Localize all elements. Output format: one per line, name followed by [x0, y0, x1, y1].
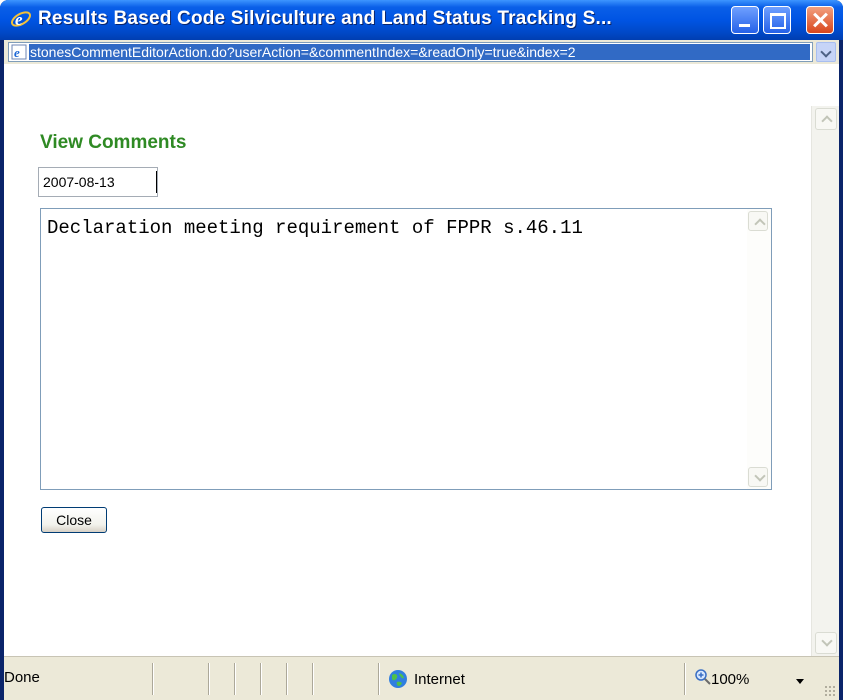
title-bar[interactable]: e Results Based Code Silviculture and La…	[0, 0, 843, 40]
svg-text:e: e	[14, 45, 20, 60]
text-caret	[156, 171, 157, 193]
status-text: Done	[4, 669, 40, 686]
window-title: Results Based Code Silviculture and Land…	[38, 8, 612, 29]
status-bar: Done Internet 100%	[4, 656, 839, 700]
page-scrollbar[interactable]	[811, 106, 839, 656]
maximize-icon[interactable]	[763, 6, 791, 34]
status-divider	[260, 663, 261, 695]
status-divider	[684, 663, 685, 695]
svg-text:e: e	[15, 10, 23, 29]
browser-window: e Results Based Code Silviculture and La…	[0, 0, 843, 700]
zoom-chevron-icon[interactable]	[796, 679, 804, 684]
scroll-up-icon[interactable]	[748, 211, 768, 231]
scroll-down-icon[interactable]	[815, 632, 837, 654]
page-top	[4, 64, 839, 106]
address-field[interactable]: e stonesCommentEditorAction.do?userActio…	[8, 42, 813, 62]
status-divider	[286, 663, 287, 695]
zoom-icon[interactable]	[695, 669, 711, 685]
status-divider	[152, 663, 153, 695]
address-url: stonesCommentEditorAction.do?userAction=…	[29, 44, 810, 60]
comment-textarea[interactable]: Declaration meeting requirement of FPPR …	[40, 208, 772, 490]
page-icon: e	[11, 44, 27, 60]
chevron-down-icon[interactable]	[816, 42, 836, 62]
globe-icon	[389, 670, 407, 688]
minimize-icon[interactable]	[731, 6, 759, 34]
comment-scrollbar[interactable]	[747, 209, 771, 489]
security-zone: Internet	[414, 671, 465, 688]
date-value: 2007-08-13	[43, 174, 115, 190]
resize-grip-icon[interactable]	[824, 685, 836, 697]
comment-text: Declaration meeting requirement of FPPR …	[47, 217, 583, 239]
status-divider	[208, 663, 209, 695]
close-icon[interactable]	[806, 6, 834, 34]
ie-logo-icon: e	[10, 10, 32, 29]
zoom-level[interactable]: 100%	[711, 671, 749, 688]
scroll-up-icon[interactable]	[815, 108, 837, 130]
scroll-down-icon[interactable]	[748, 467, 768, 487]
status-divider	[312, 663, 313, 695]
date-field[interactable]: 2007-08-13	[38, 167, 158, 197]
page-title: View Comments	[40, 132, 187, 153]
close-button[interactable]: Close	[41, 507, 107, 533]
address-bar: e stonesCommentEditorAction.do?userActio…	[4, 40, 839, 64]
status-divider	[234, 663, 235, 695]
status-divider	[378, 663, 379, 695]
